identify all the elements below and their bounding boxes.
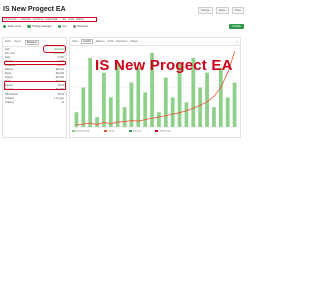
growth-point	[172, 113, 174, 115]
growth-point	[213, 95, 215, 97]
chart-bar	[205, 72, 209, 127]
chart-bar	[102, 72, 106, 127]
growth-point	[144, 118, 146, 121]
legend-item: Deposits	[128, 130, 141, 132]
growth-point	[130, 119, 133, 122]
chart-bar	[198, 87, 203, 127]
chart-bar	[122, 107, 127, 127]
watermark-title: IS New Progect EA	[95, 57, 233, 74]
growth-point	[178, 112, 181, 114]
growth-point	[220, 86, 222, 89]
growth-point	[82, 123, 84, 125]
chart-bar	[157, 112, 161, 127]
growth-chart	[73, 47, 238, 128]
legend-item: Growth	[103, 130, 115, 132]
growth-point	[158, 116, 160, 118]
chart-bar	[108, 97, 113, 127]
growth-point	[206, 101, 208, 103]
chart-bar	[95, 117, 99, 127]
chart-bar	[232, 82, 237, 127]
chart-bar	[218, 67, 223, 127]
chart-bar	[88, 57, 93, 127]
growth-point	[165, 115, 167, 117]
growth-point	[75, 124, 78, 126]
growth-point	[185, 110, 188, 112]
chart-bar	[184, 102, 189, 127]
chart-legend: Equity Growth Growth Deposits Withdrawal…	[72, 130, 171, 132]
chart-bar	[212, 107, 216, 127]
growth-point	[151, 117, 153, 119]
legend-item: Equity Growth	[72, 130, 90, 132]
legend-item: Withdrawals	[155, 130, 171, 132]
growth-point	[110, 122, 112, 125]
chart-bar	[163, 77, 168, 127]
growth-point	[199, 104, 201, 106]
chart-bar	[170, 97, 175, 127]
chart-bar	[81, 87, 86, 127]
chart-bar	[143, 92, 148, 127]
growth-point	[192, 107, 194, 109]
growth-point	[117, 121, 119, 123]
growth-point	[123, 120, 126, 123]
growth-point	[137, 120, 139, 122]
growth-point	[103, 121, 105, 124]
growth-point	[233, 51, 236, 53]
growth-point	[89, 122, 91, 124]
chart-bar	[225, 97, 230, 127]
chart-bar	[136, 67, 141, 127]
growth-point	[96, 123, 98, 126]
